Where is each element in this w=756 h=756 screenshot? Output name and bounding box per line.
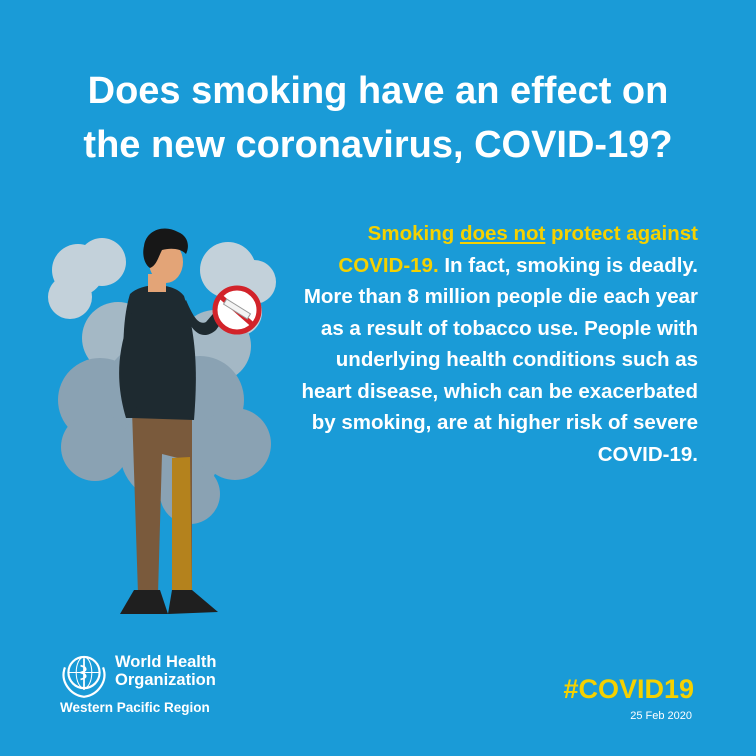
who-name-line-1: World Health: [115, 653, 217, 671]
who-region: Western Pacific Region: [60, 700, 210, 715]
no-smoking-icon: [212, 285, 262, 335]
message-paragraph: Smoking does not protect against COVID-1…: [298, 218, 698, 470]
who-wordmark: World Health Organization: [115, 653, 216, 689]
person-smoking-illustration: [48, 228, 276, 614]
message-lead-underlined: does not: [459, 222, 546, 245]
headline-line-2: the new coronavirus, COVID-19?: [83, 124, 673, 166]
hashtag: #COVID19: [563, 674, 694, 704]
message-body: In fact, smoking is deadly. More than 8 …: [301, 253, 698, 466]
date: 25 Feb 2020: [630, 710, 692, 722]
who-name-line-2: Organization: [115, 671, 216, 689]
headline-line-1: Does smoking have an effect on: [87, 70, 669, 112]
who-emblem-icon: [62, 655, 106, 698]
headline: Does smoking have an effect on the new c…: [0, 64, 756, 172]
message-lead-a: Smoking: [367, 222, 460, 245]
